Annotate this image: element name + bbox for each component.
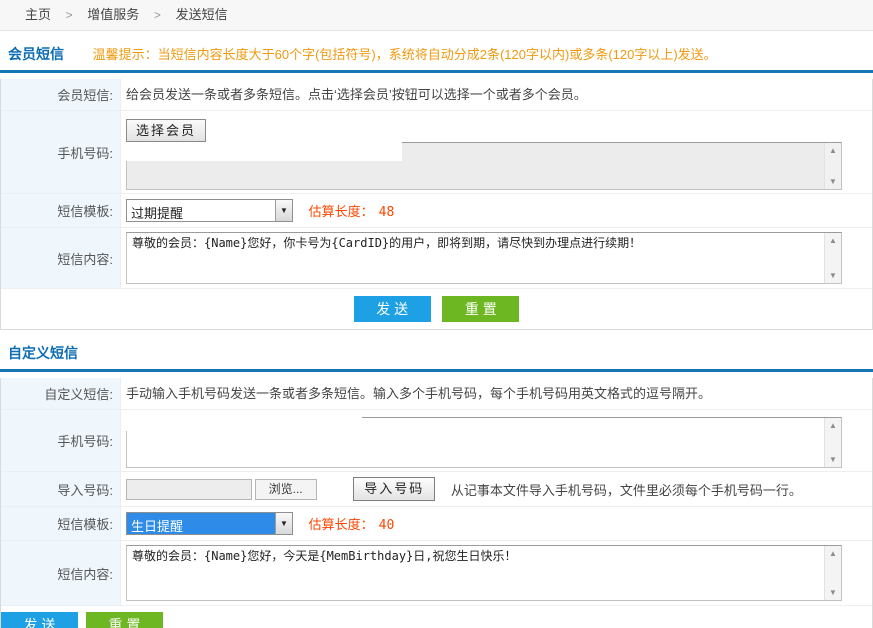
custom-buttons-row: 发 送 重 置 xyxy=(1,606,872,628)
custom-sms-desc-text: 手动输入手机号码发送一条或者多条短信。输入多个手机号码，每个手机号码用英文格式的… xyxy=(121,378,872,409)
custom-content-row: 短信内容: 尊敬的会员：{Name}您好，今天是{MemBirthday}日,祝… xyxy=(1,541,872,606)
member-content-value: 尊敬的会员：{Name}您好，你卡号为{CardID}的用户，即将到期，请尽快到… xyxy=(127,233,824,283)
custom-estimate-label: 估算长度： xyxy=(309,517,374,532)
custom-sms-title: 自定义短信 xyxy=(8,343,78,364)
member-estimate-label: 估算长度： xyxy=(309,204,374,219)
scrollbar-up-icon[interactable]: ▲ xyxy=(829,549,837,558)
breadcrumb-value-added-services[interactable]: 增值服务 xyxy=(87,0,139,30)
member-sms-title: 会员短信 xyxy=(8,44,64,65)
file-path-input[interactable] xyxy=(126,479,252,500)
breadcrumb-separator-icon: > xyxy=(66,0,73,30)
member-content-label: 短信内容: xyxy=(1,228,121,288)
member-template-selected-value: 过期提醒 xyxy=(127,200,275,221)
custom-phone-row: 手机号码: ▲ ▼ xyxy=(1,410,872,472)
select-member-button[interactable]: 选择会员 xyxy=(126,119,206,142)
custom-sms-title-bar xyxy=(0,369,873,372)
import-numbers-button[interactable]: 导入号码 xyxy=(353,477,435,501)
custom-template-label: 短信模板: xyxy=(1,507,121,540)
member-template-row: 短信模板: 过期提醒 ▼ 估算长度： 48 xyxy=(1,194,872,228)
member-sms-title-bar xyxy=(0,70,873,73)
custom-phone-scrollbar[interactable]: ▲ ▼ xyxy=(824,418,841,467)
scrollbar-down-icon[interactable]: ▼ xyxy=(829,588,837,597)
scrollbar-down-icon[interactable]: ▼ xyxy=(829,271,837,280)
member-sms-desc-label: 会员短信: xyxy=(1,79,121,110)
member-sms-form: 会员短信: 给会员发送一条或者多条短信。点击‘选择会员’按钮可以选择一个或者多个… xyxy=(0,79,873,330)
chevron-down-icon[interactable]: ▼ xyxy=(275,513,292,534)
custom-template-select[interactable]: 生日提醒 ▼ xyxy=(126,512,293,535)
custom-sms-header: 自定义短信 xyxy=(0,343,873,364)
scrollbar-up-icon[interactable]: ▲ xyxy=(829,146,837,155)
member-phone-scrollbar[interactable]: ▲ ▼ xyxy=(824,143,841,189)
import-label: 导入号码: xyxy=(1,472,121,506)
breadcrumb-home[interactable]: 主页 xyxy=(25,0,51,30)
custom-phone-textarea[interactable]: ▲ ▼ xyxy=(126,417,842,468)
member-buttons-row: 发 送 重 置 xyxy=(1,289,872,329)
scrollbar-up-icon[interactable]: ▲ xyxy=(829,421,837,430)
custom-estimate: 估算长度： 40 xyxy=(309,517,395,532)
member-estimate: 估算长度： 48 xyxy=(309,204,395,219)
scrollbar-up-icon[interactable]: ▲ xyxy=(829,236,837,245)
custom-sms-desc-row: 自定义短信: 手动输入手机号码发送一条或者多条短信。输入多个手机号码，每个手机号… xyxy=(1,378,872,410)
member-content-scrollbar[interactable]: ▲ ▼ xyxy=(824,233,841,283)
custom-send-button[interactable]: 发 送 xyxy=(1,612,78,628)
member-send-button[interactable]: 发 送 xyxy=(354,296,431,322)
overlay-notch xyxy=(126,417,362,431)
custom-content-scrollbar[interactable]: ▲ ▼ xyxy=(824,546,841,600)
custom-content-label: 短信内容: xyxy=(1,541,121,605)
member-phone-row: 手机号码: 选择会员 ▲ ▼ xyxy=(1,111,872,194)
breadcrumb-separator-icon: > xyxy=(154,0,161,30)
member-sms-header: 会员短信 温馨提示：当短信内容长度大于60个字(包括符号)，系统将自动分成2条(… xyxy=(0,44,873,65)
member-template-label: 短信模板: xyxy=(1,194,121,227)
member-content-row: 短信内容: 尊敬的会员：{Name}您好，你卡号为{CardID}的用户，即将到… xyxy=(1,228,872,289)
custom-content-value: 尊敬的会员：{Name}您好，今天是{MemBirthday}日,祝您生日快乐！ xyxy=(127,546,824,600)
member-phone-textarea[interactable]: ▲ ▼ xyxy=(126,142,842,190)
breadcrumb-send-sms: 发送短信 xyxy=(176,0,228,30)
member-sms-desc-row: 会员短信: 给会员发送一条或者多条短信。点击‘选择会员’按钮可以选择一个或者多个… xyxy=(1,79,872,111)
import-desc-text: 从记事本文件导入手机号码，文件里必须每个手机号码一行。 xyxy=(451,483,802,498)
import-row: 导入号码: 浏览... 导入号码 从记事本文件导入手机号码，文件里必须每个手机号… xyxy=(1,472,872,507)
custom-phone-label: 手机号码: xyxy=(1,410,121,471)
member-template-select[interactable]: 过期提醒 ▼ xyxy=(126,199,293,222)
member-sms-tip: 温馨提示：当短信内容长度大于60个字(包括符号)，系统将自动分成2条(120字以… xyxy=(93,44,717,65)
member-content-textarea[interactable]: 尊敬的会员：{Name}您好，你卡号为{CardID}的用户，即将到期，请尽快到… xyxy=(126,232,842,284)
custom-sms-form: 自定义短信: 手动输入手机号码发送一条或者多条短信。输入多个手机号码，每个手机号… xyxy=(0,378,873,628)
custom-estimate-value: 40 xyxy=(379,518,395,533)
member-sms-desc-text: 给会员发送一条或者多条短信。点击‘选择会员’按钮可以选择一个或者多个会员。 xyxy=(121,79,872,110)
member-reset-button[interactable]: 重 置 xyxy=(442,296,519,322)
custom-template-row: 短信模板: 生日提醒 ▼ 估算长度： 40 xyxy=(1,507,872,541)
member-phone-label: 手机号码: xyxy=(1,111,121,193)
scrollbar-down-icon[interactable]: ▼ xyxy=(829,177,837,186)
member-estimate-value: 48 xyxy=(379,205,395,220)
custom-sms-desc-label: 自定义短信: xyxy=(1,378,121,409)
scrollbar-down-icon[interactable]: ▼ xyxy=(829,455,837,464)
chevron-down-icon[interactable]: ▼ xyxy=(275,200,292,221)
custom-template-selected-value: 生日提醒 xyxy=(127,513,275,534)
browse-button[interactable]: 浏览... xyxy=(255,479,317,500)
custom-content-textarea[interactable]: 尊敬的会员：{Name}您好，今天是{MemBirthday}日,祝您生日快乐！… xyxy=(126,545,842,601)
breadcrumb: 主页 > 增值服务 > 发送短信 xyxy=(0,0,873,31)
overlay-notch xyxy=(126,142,402,161)
custom-reset-button[interactable]: 重 置 xyxy=(86,612,163,628)
